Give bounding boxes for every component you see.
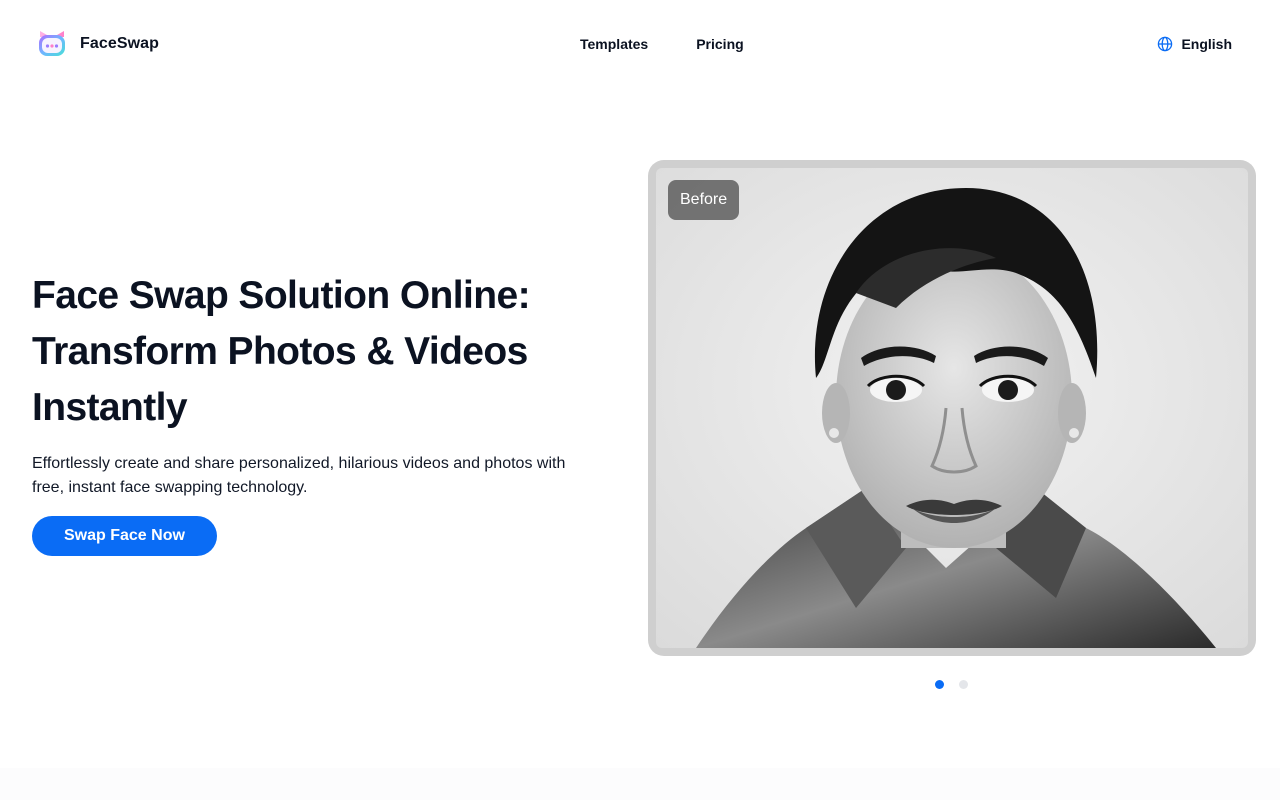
logo-link[interactable]: FaceSwap bbox=[36, 28, 159, 60]
cat-logo-icon bbox=[39, 31, 65, 56]
site-header: FaceSwap Templates Pricing English bbox=[0, 0, 1280, 88]
hero-title: Face Swap Solution Online: Transform Pho… bbox=[32, 268, 592, 436]
carousel-dot-1[interactable] bbox=[935, 680, 944, 689]
before-badge: Before bbox=[668, 180, 740, 220]
language-selector[interactable]: English bbox=[1157, 34, 1232, 54]
globe-icon bbox=[1158, 36, 1173, 52]
main-nav: Templates Pricing bbox=[580, 34, 744, 54]
nav-templates[interactable]: Templates bbox=[580, 34, 648, 54]
language-label: English bbox=[1181, 36, 1232, 52]
before-after-carousel[interactable]: Before bbox=[648, 160, 1256, 656]
section-divider bbox=[0, 768, 1280, 800]
hero-subtitle-line: free, instant face swapping technology. bbox=[32, 479, 308, 496]
nav-pricing[interactable]: Pricing bbox=[696, 34, 743, 54]
hero-title-line: Transform Photos & Videos bbox=[32, 330, 528, 373]
carousel-dot-2[interactable] bbox=[959, 680, 968, 689]
logo-text: FaceSwap bbox=[80, 35, 160, 52]
hero-subtitle-line: Effortlessly create and share personaliz… bbox=[32, 455, 566, 472]
portrait-image bbox=[656, 168, 1248, 648]
carousel-pagination bbox=[935, 680, 968, 689]
portrait-photo bbox=[656, 168, 1248, 648]
hero-title-line: Face Swap Solution Online: bbox=[32, 274, 531, 317]
swap-face-now-button[interactable]: Swap Face Now bbox=[32, 516, 217, 556]
hero-title-line: Instantly bbox=[32, 386, 188, 429]
hero-subtitle: Effortlessly create and share personaliz… bbox=[32, 452, 622, 500]
